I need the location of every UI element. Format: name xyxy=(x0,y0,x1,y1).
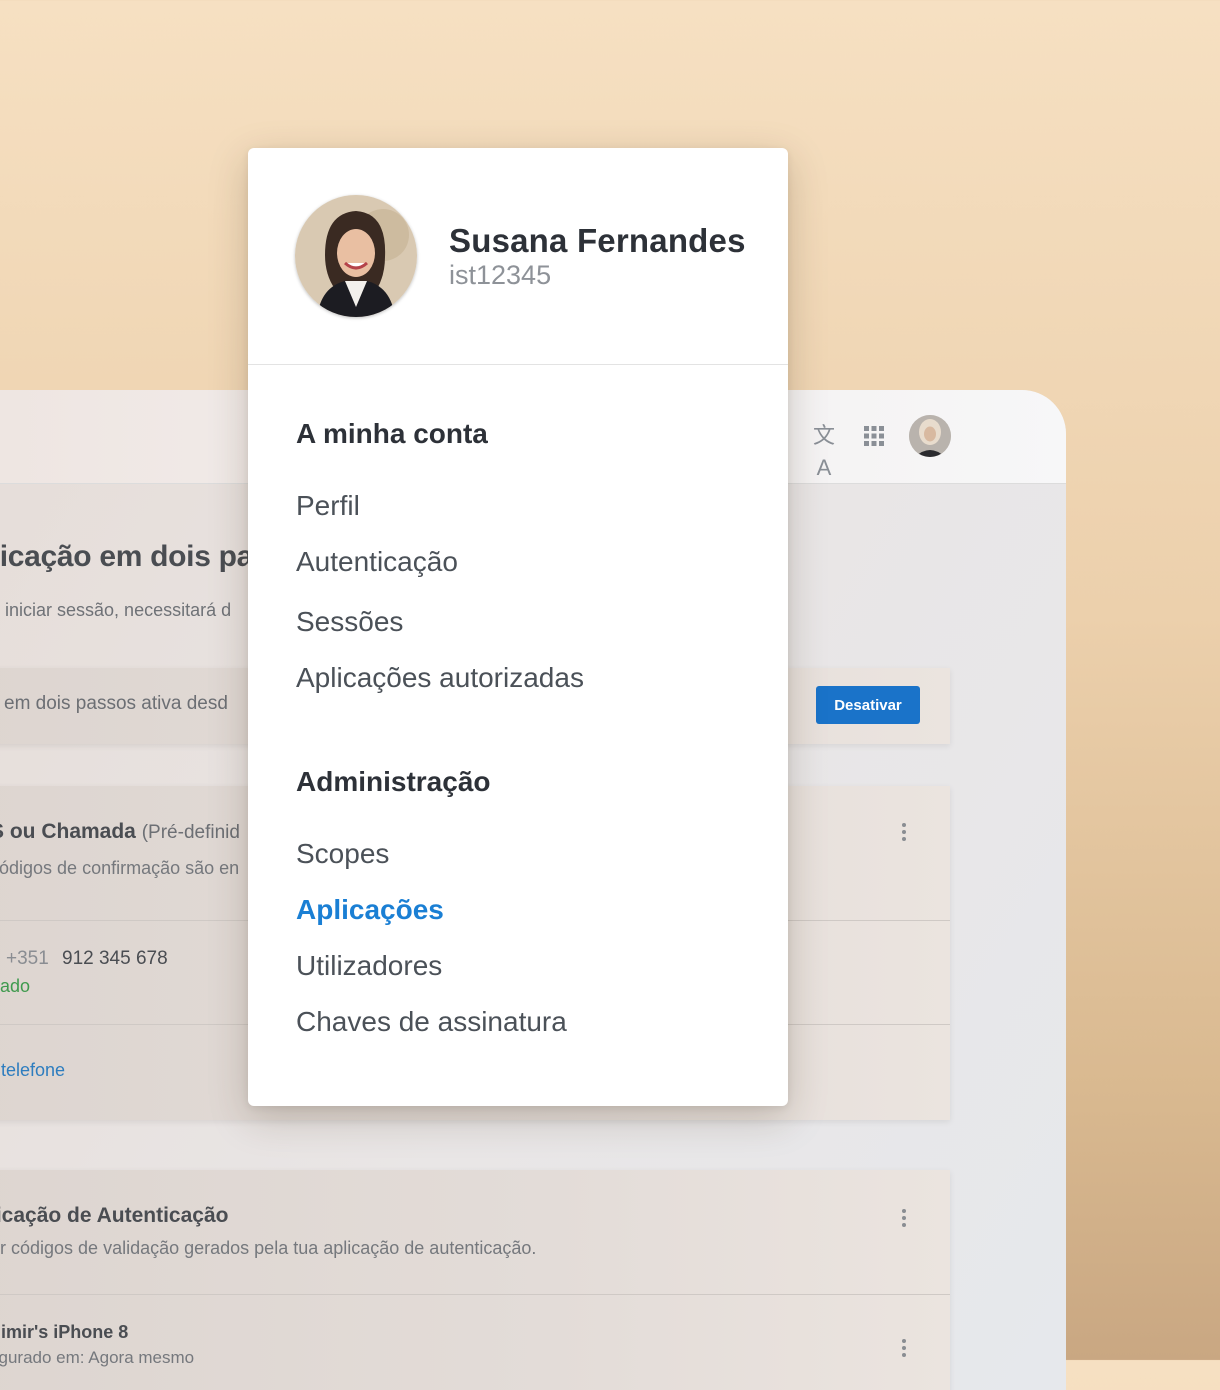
apps-grid-glyph xyxy=(864,426,884,446)
status-text: em dois passos ativa desd xyxy=(4,693,228,714)
method-description: er códigos de validação gerados pela tua… xyxy=(0,1238,537,1258)
avatar-image xyxy=(909,415,951,457)
translate-icon[interactable]: 文A xyxy=(808,420,840,480)
profile-avatar xyxy=(295,195,417,317)
default-tag: (Pré-definid xyxy=(141,822,240,843)
account-menu: Susana Fernandes ist12345 A minha conta … xyxy=(248,148,788,1106)
menu-item-authorized-apps[interactable]: Aplicações autorizadas xyxy=(296,662,584,694)
page-subtitle: e iniciar sessão, necessitará d xyxy=(0,600,232,620)
menu-item-sessions[interactable]: Sessões xyxy=(296,606,403,638)
apps-grid-icon[interactable] xyxy=(858,420,890,452)
menu-item-applications[interactable]: Aplicações xyxy=(296,894,444,926)
menu-item-scopes[interactable]: Scopes xyxy=(296,838,389,870)
add-phone-link[interactable]: r telefone xyxy=(0,1060,65,1081)
divider xyxy=(0,1294,950,1295)
menu-item-authentication[interactable]: Autenticação xyxy=(296,546,458,578)
method-title-text: S ou Chamada xyxy=(0,820,136,843)
user-avatar-button[interactable] xyxy=(909,415,951,457)
user-name: Susana Fernandes xyxy=(449,222,746,259)
menu-item-profile[interactable]: Perfil xyxy=(296,490,360,522)
method-title: S ou Chamada (Pré-definid xyxy=(0,820,240,844)
device-name: dimir's iPhone 8 xyxy=(0,1322,129,1342)
method-description: códigos de confirmação são en xyxy=(0,858,240,878)
phone-prefix: +351 xyxy=(6,948,49,969)
deactivate-button[interactable]: Desativar xyxy=(816,686,920,724)
page-title: ticação em dois pa xyxy=(0,540,254,573)
section-title-my-account: A minha conta xyxy=(296,418,488,449)
user-id: ist12345 xyxy=(449,260,552,290)
auth-app-method-card: licação de Autenticação er códigos de va… xyxy=(0,1170,950,1390)
menu-item-signing-keys[interactable]: Chaves de assinatura xyxy=(296,1006,567,1038)
device-status: figurado em: Agora mesmo xyxy=(0,1348,195,1367)
section-title-administration: Administração xyxy=(296,766,491,797)
more-options-icon[interactable] xyxy=(896,1206,912,1234)
menu-header: Susana Fernandes ist12345 xyxy=(248,148,788,365)
verified-status: dado xyxy=(0,976,31,996)
profile-photo xyxy=(295,195,417,317)
method-title: licação de Autenticação xyxy=(0,1204,229,1227)
more-options-icon[interactable] xyxy=(896,820,912,848)
menu-item-users[interactable]: Utilizadores xyxy=(296,950,442,982)
phone-number: 912 345 678 xyxy=(62,948,168,969)
